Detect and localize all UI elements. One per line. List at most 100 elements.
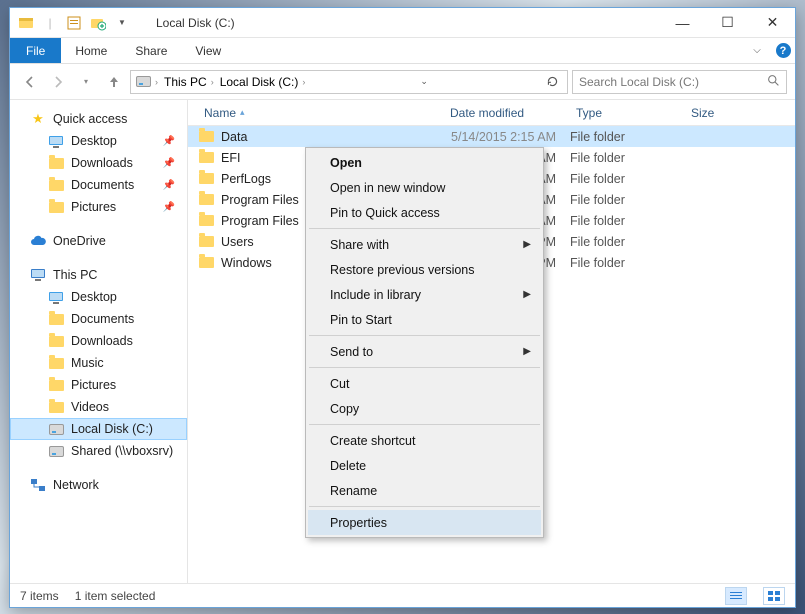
minimize-button[interactable]: — <box>660 8 705 37</box>
nav-pc-music[interactable]: Music <box>10 352 187 374</box>
nav-network[interactable]: Network <box>10 474 187 496</box>
nav-quick-downloads[interactable]: Downloads📌 <box>10 152 187 174</box>
ctx-cut[interactable]: Cut <box>308 371 541 396</box>
nav-pc-downloads[interactable]: Downloads <box>10 330 187 352</box>
cloud-icon <box>30 233 46 249</box>
folder-icon <box>198 150 214 166</box>
col-date[interactable]: Date modified <box>444 106 570 120</box>
search-input[interactable]: Search Local Disk (C:) <box>572 70 787 94</box>
close-button[interactable]: ✕ <box>750 8 795 37</box>
qat-dropdown-icon[interactable]: ▼ <box>112 13 132 33</box>
help-button[interactable]: ? <box>771 38 795 63</box>
crumb-this-pc[interactable]: This PC› <box>162 75 216 89</box>
ctx-pin-to-quick-access[interactable]: Pin to Quick access <box>308 200 541 225</box>
folder-icon <box>48 311 64 327</box>
nav-quick-desktop[interactable]: Desktop📌 <box>10 130 187 152</box>
sort-ascending-icon: ▴ <box>240 107 245 118</box>
col-type[interactable]: Type <box>570 106 685 120</box>
pin-icon: 📌 <box>163 158 175 169</box>
nav-up-button[interactable] <box>102 70 126 94</box>
search-icon <box>767 74 780 90</box>
tab-home[interactable]: Home <box>61 38 121 63</box>
ctx-copy[interactable]: Copy <box>308 396 541 421</box>
nav-pc-pictures[interactable]: Pictures <box>10 374 187 396</box>
history-dropdown-icon[interactable]: ⌄ <box>413 76 435 87</box>
qat-properties-icon[interactable] <box>64 13 84 33</box>
file-row[interactable]: Data5/14/2015 2:15 AMFile folder <box>188 126 795 147</box>
folder-icon <box>48 355 64 371</box>
star-icon: ★ <box>30 111 46 127</box>
context-menu: OpenOpen in new windowPin to Quick acces… <box>305 147 544 538</box>
crumb-local-disk[interactable]: Local Disk (C:)› <box>218 75 308 89</box>
ctx-delete[interactable]: Delete <box>308 453 541 478</box>
nav-pc-shared-vboxsrv-[interactable]: Shared (\\vboxsrv) <box>10 440 187 462</box>
ctx-separator <box>309 367 540 368</box>
view-details-button[interactable] <box>725 587 747 605</box>
ctx-rename[interactable]: Rename <box>308 478 541 503</box>
ctx-create-shortcut[interactable]: Create shortcut <box>308 428 541 453</box>
desktop-icon <box>48 289 64 305</box>
nav-pc-desktop[interactable]: Desktop <box>10 286 187 308</box>
folder-icon <box>48 133 64 149</box>
titlebar: | ▼ Local Disk (C:) — ☐ ✕ <box>10 8 795 38</box>
folder-icon <box>198 255 214 271</box>
nav-pc-videos[interactable]: Videos <box>10 396 187 418</box>
nav-recent-dropdown[interactable]: ▾ <box>74 70 98 94</box>
folder-icon <box>48 377 64 393</box>
pin-icon: 📌 <box>163 180 175 191</box>
nav-back-button[interactable] <box>18 70 42 94</box>
ctx-open[interactable]: Open <box>308 150 541 175</box>
qat-separator: | <box>40 13 60 33</box>
tab-share[interactable]: Share <box>121 38 181 63</box>
navigation-pane: ★ Quick access Desktop📌Downloads📌Documen… <box>10 100 188 583</box>
nav-quick-access[interactable]: ★ Quick access <box>10 108 187 130</box>
ctx-separator <box>309 335 540 336</box>
folder-icon <box>198 234 214 250</box>
tab-view[interactable]: View <box>181 38 235 63</box>
monitor-icon <box>30 267 46 283</box>
maximize-button[interactable]: ☐ <box>705 8 750 37</box>
view-icons-button[interactable] <box>763 587 785 605</box>
address-row: ▾ › This PC› Local Disk (C:)› ⌄ Search L… <box>10 64 795 100</box>
nav-forward-button[interactable] <box>46 70 70 94</box>
nav-quick-pictures[interactable]: Pictures📌 <box>10 196 187 218</box>
ctx-include-in-library[interactable]: Include in library▶ <box>308 282 541 307</box>
folder-icon <box>48 199 64 215</box>
nav-onedrive[interactable]: OneDrive <box>10 230 187 252</box>
window-title: Local Disk (C:) <box>138 16 660 30</box>
ctx-pin-to-start[interactable]: Pin to Start <box>308 307 541 332</box>
qat-newfolder-icon[interactable] <box>88 13 108 33</box>
qat-explorer-icon[interactable] <box>16 13 36 33</box>
disk-icon <box>48 443 64 459</box>
ribbon-expand-icon[interactable]: ⌵ <box>743 38 771 63</box>
chevron-right-icon: ▶ <box>523 346 531 357</box>
folder-icon <box>48 399 64 415</box>
ribbon: File Home Share View ⌵ ? <box>10 38 795 64</box>
search-placeholder: Search Local Disk (C:) <box>579 75 767 89</box>
folder-icon <box>198 129 214 145</box>
ctx-open-in-new-window[interactable]: Open in new window <box>308 175 541 200</box>
ctx-restore-previous-versions[interactable]: Restore previous versions <box>308 257 541 282</box>
col-name[interactable]: Name ▴ <box>198 106 444 120</box>
folder-icon <box>48 177 64 193</box>
nav-quick-documents[interactable]: Documents📌 <box>10 174 187 196</box>
ctx-separator <box>309 424 540 425</box>
status-item-count: 7 items <box>20 589 59 603</box>
nav-pc-documents[interactable]: Documents <box>10 308 187 330</box>
explorer-window: | ▼ Local Disk (C:) — ☐ ✕ File Home Shar… <box>9 7 796 608</box>
col-size[interactable]: Size <box>685 106 795 120</box>
ctx-send-to[interactable]: Send to▶ <box>308 339 541 364</box>
nav-this-pc[interactable]: This PC <box>10 264 187 286</box>
refresh-icon[interactable] <box>541 75 563 88</box>
chevron-right-icon: ▶ <box>523 289 531 300</box>
folder-icon <box>198 213 214 229</box>
nav-pc-local-disk-c-[interactable]: Local Disk (C:) <box>10 418 187 440</box>
file-tab[interactable]: File <box>10 38 61 63</box>
ctx-properties[interactable]: Properties <box>308 510 541 535</box>
ctx-share-with[interactable]: Share with▶ <box>308 232 541 257</box>
folder-icon <box>198 192 214 208</box>
status-selection: 1 item selected <box>75 589 156 603</box>
network-icon <box>30 477 46 493</box>
folder-icon <box>198 171 214 187</box>
breadcrumb[interactable]: › This PC› Local Disk (C:)› ⌄ <box>130 70 568 94</box>
